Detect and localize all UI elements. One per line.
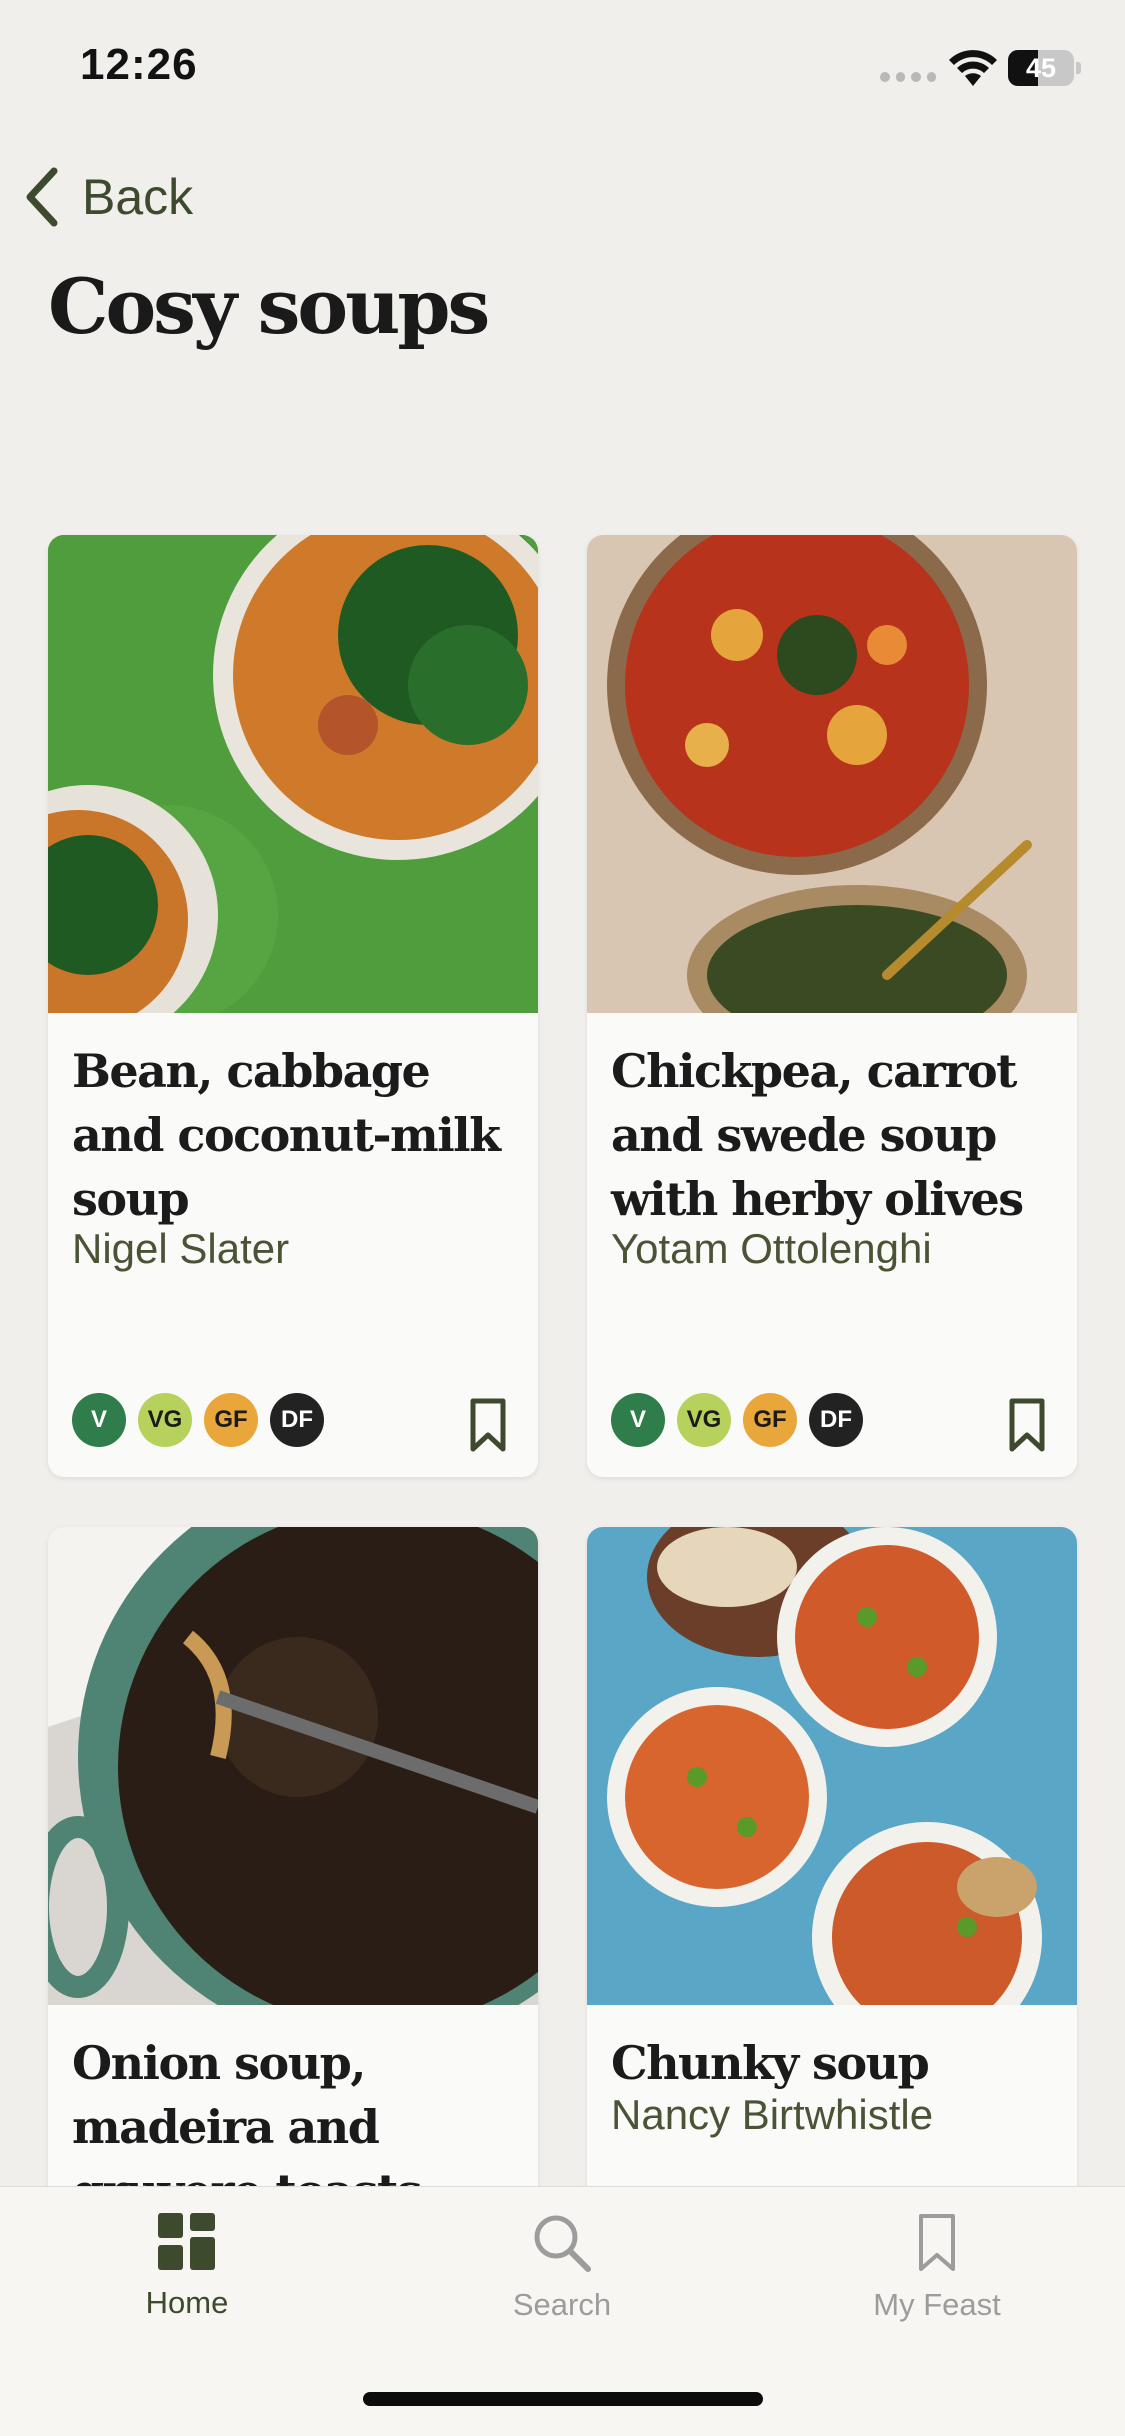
- recipe-title: Bean, cabbage and coconut-milk soup: [72, 1044, 501, 1226]
- recipe-photo: [587, 535, 1077, 1013]
- vegetarian-badge: V: [72, 1393, 126, 1447]
- status-bar: 12:26 45: [0, 0, 1125, 140]
- gluten-free-badge: GF: [743, 1393, 797, 1447]
- tab-my-feast[interactable]: My Feast: [837, 2213, 1037, 2323]
- battery-icon: 45: [1008, 50, 1081, 86]
- bookmark-icon[interactable]: [1007, 1397, 1047, 1453]
- back-label: Back: [82, 169, 194, 225]
- dairy-free-badge: DF: [270, 1393, 324, 1447]
- tab-home[interactable]: Home: [87, 2213, 287, 2321]
- recipe-title: Chunky soup: [611, 2036, 930, 2090]
- tab-my-feast-label: My Feast: [873, 2287, 1001, 2322]
- bookmark-icon: [919, 2214, 955, 2271]
- tab-home-label: Home: [145, 2285, 229, 2320]
- recipe-author: Yotam Ottolenghi: [611, 1225, 932, 1272]
- gluten-free-badge: GF: [204, 1393, 258, 1447]
- search-icon: [534, 2215, 591, 2272]
- vegan-badge: VG: [138, 1393, 192, 1447]
- recipe-card[interactable]: Chunky soup Nancy Birtwhistle: [587, 1527, 1077, 2227]
- chevron-left-icon: [26, 167, 58, 227]
- recipe-photo: [48, 535, 538, 1013]
- dairy-free-badge: DF: [809, 1393, 863, 1447]
- recipe-photo: [48, 1527, 538, 2005]
- recipe-title: Chickpea, carrot and swede soup with her…: [611, 1044, 1024, 1226]
- recipe-author: Nancy Birtwhistle: [611, 2091, 934, 2138]
- battery-percent: 45: [1025, 53, 1057, 83]
- home-indicator: [363, 2392, 763, 2406]
- tab-search-label: Search: [512, 2287, 612, 2322]
- page-title: Cosy soups: [48, 262, 490, 351]
- wifi-icon: [949, 50, 997, 86]
- recipe-card[interactable]: Bean, cabbage and coconut-milk soup Nige…: [48, 535, 538, 1477]
- recipe-photo: [587, 1527, 1077, 2005]
- bookmark-icon[interactable]: [468, 1397, 508, 1453]
- cellular-signal-icon: [880, 72, 936, 84]
- status-time: 12:26: [80, 40, 198, 89]
- recipe-card[interactable]: Onion soup, madeira and gruyere toasts: [48, 1527, 538, 2227]
- recipe-author: Nigel Slater: [72, 1225, 290, 1272]
- recipe-card[interactable]: Chickpea, carrot and swede soup with her…: [587, 535, 1077, 1477]
- vegetarian-badge: V: [611, 1393, 665, 1447]
- dietary-badges: V VG GF DF: [72, 1393, 324, 1447]
- dietary-badges: V VG GF DF: [611, 1393, 863, 1447]
- vegan-badge: VG: [677, 1393, 731, 1447]
- home-grid-icon: [158, 2213, 215, 2270]
- tab-search[interactable]: Search: [462, 2213, 662, 2323]
- back-button[interactable]: Back: [24, 162, 193, 232]
